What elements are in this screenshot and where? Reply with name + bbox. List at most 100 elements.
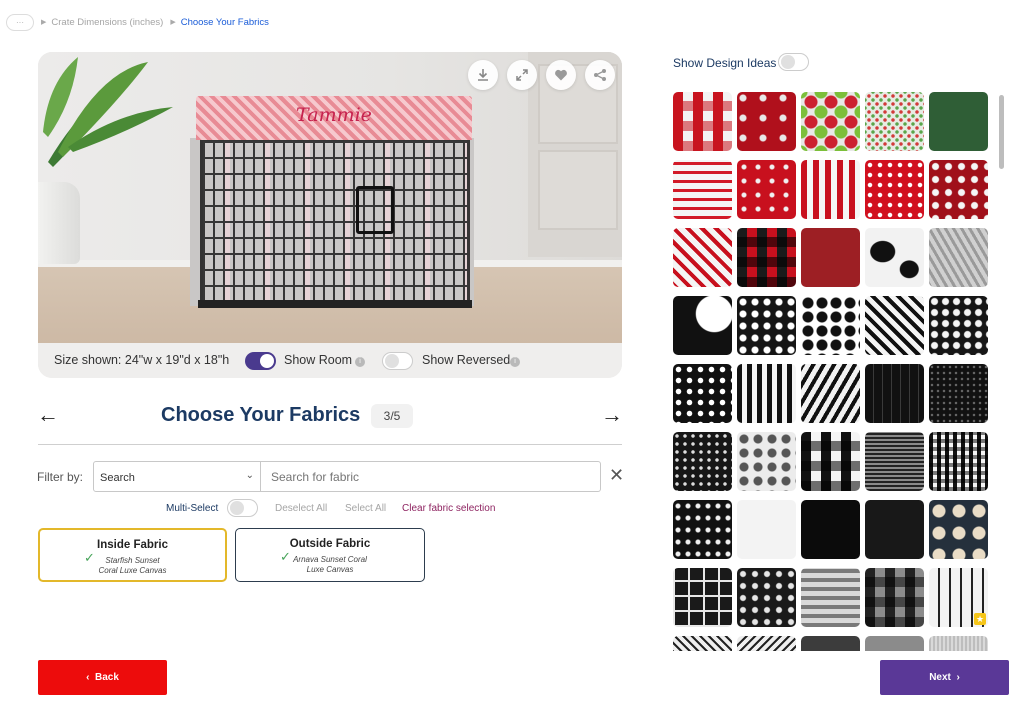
fabric-swatch-red-chevron[interactable] — [673, 228, 732, 287]
fabric-swatch-red-white-dots[interactable] — [865, 160, 924, 219]
fabric-swatch-black-pinstripe[interactable] — [865, 364, 924, 423]
fabric-swatch-black-white-buffalo-check[interactable] — [801, 432, 860, 491]
fabric-swatch-grey-texture[interactable] — [929, 636, 988, 651]
fabric-swatch-black-white-abstract[interactable] — [673, 296, 732, 355]
fabric-swatch-ho-ho-ho-text[interactable] — [673, 160, 732, 219]
product-preview: Tammie Size shown: 24"w x 19"d x 18"h Sh… — [38, 52, 622, 378]
show-design-ideas-toggle[interactable] — [778, 53, 809, 71]
show-design-ideas-label: Show Design Ideas — [673, 56, 777, 70]
chevron-right-icon: › — [950, 672, 960, 683]
fabric-swatch-zebra-print[interactable] — [801, 364, 860, 423]
fabric-swatch-black-dot-pattern[interactable] — [673, 432, 732, 491]
fabric-swatch-white-solid[interactable] — [737, 500, 796, 559]
inside-fabric-name: Starfish Sunset Coral Luxe Canvas — [98, 556, 167, 575]
fabric-swatch-holiday-ornament-dots[interactable] — [801, 92, 860, 151]
fabric-swatch-black-white-toile[interactable] — [737, 432, 796, 491]
download-icon — [478, 69, 488, 81]
show-reversed-toggle[interactable] — [382, 352, 413, 370]
fabric-swatch-black-solid[interactable] — [801, 500, 860, 559]
fabric-swatch-black-white-gingham[interactable] — [929, 432, 988, 491]
fabric-swatch-grid: ★ — [673, 92, 988, 651]
fullscreen-button[interactable] — [507, 60, 537, 90]
info-icon[interactable]: i — [510, 357, 520, 367]
info-icon[interactable]: i — [355, 357, 365, 367]
breadcrumb: ··· ▶ Crate Dimensions (inches) ▶ Choose… — [6, 13, 269, 31]
chevron-down-icon: ⌄ — [245, 470, 254, 481]
next-button[interactable]: Next › — [880, 660, 1009, 695]
crate-wire — [200, 138, 470, 306]
fabric-swatch-black-white-paisley[interactable] — [929, 296, 988, 355]
show-room-toggle[interactable] — [245, 352, 276, 370]
show-reversed-label: Show Reversed — [422, 353, 511, 367]
fabric-swatch-navy-dog-print[interactable] — [929, 500, 988, 559]
fabric-swatch-black-canvas[interactable] — [865, 500, 924, 559]
select-all-link[interactable]: Select All — [345, 503, 386, 514]
step-counter: 3/5 — [371, 404, 413, 428]
fabric-swatch-black-white-geometric[interactable] — [673, 636, 732, 651]
fabric-swatch-cow-print[interactable] — [865, 228, 924, 287]
fabric-swatch-panel: ★ — [668, 88, 998, 651]
star-icon: ★ — [974, 613, 986, 625]
chevron-right-icon: ▶ — [170, 19, 176, 26]
crate-door — [356, 186, 394, 234]
fabric-swatch-grey-watercolor-stripe[interactable] — [801, 568, 860, 627]
fabric-swatch-grey-solid[interactable] — [865, 636, 924, 651]
next-step-arrow-icon[interactable]: → — [601, 402, 623, 428]
fabric-swatch-green-solid[interactable] — [929, 92, 988, 151]
inside-fabric-card[interactable]: ✓ Inside Fabric Starfish Sunset Coral Lu… — [38, 528, 227, 582]
ellipsis-icon[interactable]: ··· — [6, 13, 34, 31]
fabric-swatch-black-windowpane[interactable] — [673, 568, 732, 627]
crate-personalized-name: Tammie — [296, 104, 372, 126]
fabric-swatch-red-white-stripes[interactable] — [801, 160, 860, 219]
close-icon[interactable]: ✕ — [609, 465, 624, 486]
fabric-swatch-red-white-buffalo-check[interactable] — [673, 92, 732, 151]
divider — [38, 444, 622, 445]
download-button[interactable] — [468, 60, 498, 90]
fabric-swatch-black-white-arrows[interactable] — [737, 636, 796, 651]
fabric-swatch-mini-holiday-dots[interactable] — [865, 92, 924, 151]
fabric-swatch-black-white-stripes[interactable] — [737, 364, 796, 423]
fabric-swatch-burgundy-solid[interactable] — [801, 228, 860, 287]
fabric-swatch-black-quatrefoil[interactable] — [801, 296, 860, 355]
show-room-label: Show Room — [284, 353, 353, 367]
fabric-swatch-black-floral[interactable] — [737, 568, 796, 627]
deselect-all-link[interactable]: Deselect All — [275, 503, 327, 514]
share-button[interactable] — [585, 60, 615, 90]
scrollbar-thumb[interactable] — [999, 95, 1004, 169]
fabric-swatch-grey-marble[interactable] — [929, 228, 988, 287]
fabric-swatch-black-houndstooth[interactable] — [865, 432, 924, 491]
fabric-swatch-charcoal-solid[interactable] — [801, 636, 860, 651]
fabric-swatch-red-paisley[interactable] — [929, 160, 988, 219]
breadcrumb-item-choose-fabrics: Choose Your Fabrics — [180, 16, 269, 28]
chevron-right-icon: ▶ — [41, 19, 47, 26]
plant-leaves — [43, 57, 173, 167]
clear-fabric-selection-link[interactable]: Clear fabric selection — [402, 503, 495, 514]
fabric-swatch-red-black-buffalo-check[interactable] — [737, 228, 796, 287]
preview-options-bar: Size shown: 24"w x 19"d x 18"h Show Room… — [38, 343, 622, 378]
multi-select-label: Multi-Select — [166, 503, 219, 514]
outside-fabric-name: Arnava Sunset Coral Luxe Canvas — [293, 555, 367, 574]
share-icon — [594, 69, 606, 81]
fabric-swatch-black-white-damask[interactable] — [737, 296, 796, 355]
fabric-swatch-black-bunny-print[interactable] — [673, 500, 732, 559]
outside-fabric-title: Outside Fabric — [289, 538, 371, 550]
fabric-search-input[interactable] — [260, 461, 601, 492]
heart-icon — [555, 69, 567, 81]
fabric-swatch-black-white-polka-dot[interactable] — [673, 364, 732, 423]
fullscreen-icon — [516, 69, 528, 81]
fabric-swatch-black-grey-buffalo-check[interactable] — [865, 568, 924, 627]
fabric-swatch-red-starburst[interactable] — [737, 160, 796, 219]
cabinet-drawer — [538, 150, 618, 230]
favorite-button[interactable] — [546, 60, 576, 90]
fabric-swatch-white-black-ticking-stripe[interactable]: ★ — [929, 568, 988, 627]
fabric-swatch-black-white-chevron[interactable] — [865, 296, 924, 355]
fabric-swatch-black-mini-dots[interactable] — [929, 364, 988, 423]
chevron-left-icon: ‹ — [86, 672, 95, 683]
multi-select-toggle[interactable] — [227, 499, 258, 517]
back-button[interactable]: ‹ Back — [38, 660, 167, 695]
outside-fabric-card[interactable]: ✓ Outside Fabric Arnava Sunset Coral Lux… — [235, 528, 425, 582]
fabric-swatch-red-deer-antlers[interactable] — [737, 92, 796, 151]
breadcrumb-item-crate-dimensions[interactable]: Crate Dimensions (inches) — [51, 17, 163, 28]
filter-type-select[interactable]: Search ⌄ — [93, 461, 261, 492]
previous-step-arrow-icon[interactable]: ← — [37, 402, 59, 428]
